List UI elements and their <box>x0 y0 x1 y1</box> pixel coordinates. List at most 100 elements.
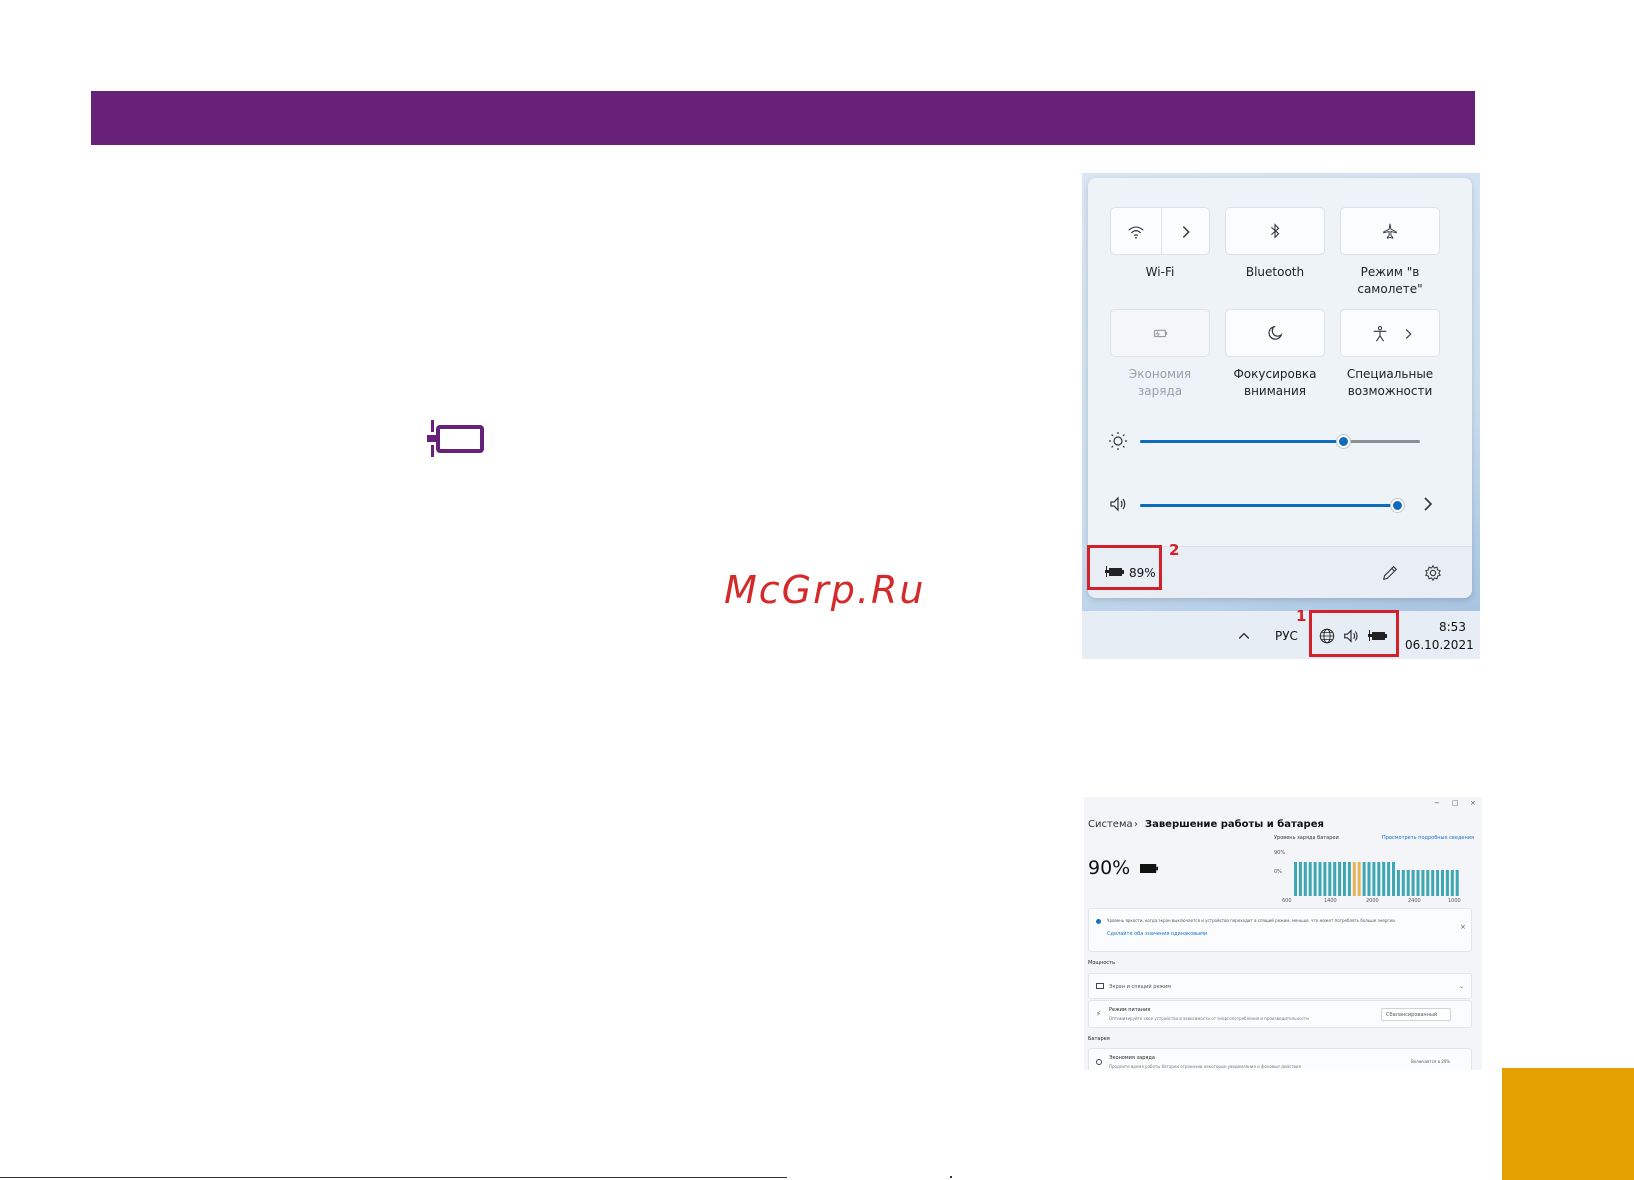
battery-icon <box>1140 864 1158 873</box>
info-card: Уровень яркости, когда экран выключается… <box>1088 908 1472 952</box>
battery-saver-icon <box>1096 1059 1102 1065</box>
section-battery: Батарея <box>1088 1036 1110 1042</box>
row-battery-saver-desc: Продлите время работы батареи ограничив … <box>1109 1064 1301 1069</box>
page-title: Завершение работы и батарея <box>1145 819 1324 830</box>
volume-thumb[interactable] <box>1391 499 1404 512</box>
battery-level-chart <box>1294 862 1459 896</box>
row-battery-saver-label: Экономия заряда <box>1109 1055 1155 1061</box>
chart-title: Уровень заряда батареи <box>1274 835 1339 841</box>
battery-history-bar <box>1367 862 1371 896</box>
chevron-right-icon[interactable] <box>1418 494 1438 514</box>
chevron-up-icon[interactable] <box>1236 628 1252 644</box>
power-mode-icon: ⚡ <box>1096 1010 1101 1018</box>
callout-number-1: 1 <box>1296 607 1307 625</box>
battery-history-bar <box>1445 870 1449 896</box>
row-battery-saver[interactable]: Экономия заряда Продлите время работы ба… <box>1088 1048 1472 1070</box>
battery-history-bar <box>1455 870 1459 896</box>
close-icon[interactable]: × <box>1460 923 1466 931</box>
brightness-slider[interactable] <box>1140 435 1420 448</box>
minimize-button[interactable]: − <box>1434 799 1440 807</box>
chevron-right-icon[interactable] <box>1177 223 1195 241</box>
close-button[interactable]: × <box>1470 799 1476 807</box>
battery-history-bar <box>1303 862 1307 896</box>
bluetooth-tile[interactable] <box>1225 207 1325 255</box>
row-screen-sleep[interactable]: Экран и спящий режим ⌄ <box>1088 973 1472 999</box>
tile-label-airplane: Режим "в самолете" <box>1357 265 1423 296</box>
clock-time[interactable]: 8:53 <box>1439 620 1466 634</box>
volume-fill <box>1140 504 1398 507</box>
battery-history-bar <box>1382 862 1386 896</box>
chevron-down-icon[interactable]: ⌄ <box>1459 983 1464 990</box>
row-power-mode-desc: Оптимизируйте свое устройство в зависимо… <box>1109 1016 1309 1021</box>
brightness-icon <box>1109 432 1127 450</box>
clock-date[interactable]: 06.10.2021 <box>1405 638 1474 652</box>
wifi-tile[interactable] <box>1110 207 1210 255</box>
battery-history-bar <box>1357 862 1361 896</box>
battery-history-bar <box>1436 870 1440 896</box>
settings-screenshot: − □ × Система › Завершение работы и бата… <box>1084 797 1482 1070</box>
battery-history-bar <box>1347 862 1351 896</box>
brightness-thumb[interactable] <box>1337 435 1351 448</box>
chevron-right-icon[interactable] <box>1399 325 1417 343</box>
x-tick: 2000 <box>1366 898 1379 904</box>
tile-label-bluetooth: Bluetooth <box>1245 265 1305 279</box>
x-tick: 2400 <box>1408 898 1421 904</box>
volume-icon <box>1110 496 1126 512</box>
callout-box-1 <box>1309 610 1399 657</box>
power-mode-value: Сбалансированный <box>1386 1012 1438 1018</box>
battery-history-bar <box>1392 862 1395 896</box>
tile-label-battery-saver: Экономия заряда <box>1128 367 1192 398</box>
battery-history-bar <box>1362 862 1366 896</box>
battery-history-bar <box>1387 862 1391 896</box>
battery-history-bar <box>1421 870 1425 896</box>
battery-history-bar <box>1401 870 1405 896</box>
battery-history-bar <box>1333 862 1337 896</box>
battery-history-bar <box>1308 862 1312 896</box>
maximize-button[interactable]: □ <box>1452 799 1459 807</box>
focus-tile[interactable] <box>1225 309 1325 357</box>
pencil-icon[interactable] <box>1381 564 1399 582</box>
battery-history-bar <box>1416 870 1420 896</box>
info-link[interactable]: Сделайте оба значения одинаковыми <box>1107 931 1207 937</box>
language-indicator[interactable]: РУС <box>1275 629 1298 643</box>
battery-history-bar <box>1328 862 1332 896</box>
section-power: Мощность <box>1088 960 1116 966</box>
chart-details-link[interactable]: Просмотреть подробные сведения <box>1382 835 1474 841</box>
battery-history-bar <box>1294 862 1297 896</box>
battery-saver-value: Включается в 20% <box>1411 1059 1451 1064</box>
x-tick: 1400 <box>1324 898 1337 904</box>
moon-icon <box>1268 325 1283 340</box>
quick-settings-screenshot: Wi-Fi Bluetooth Режим "в самолете" Эконо… <box>1082 173 1480 659</box>
battery-saver-tile[interactable] <box>1110 309 1210 357</box>
battery-history-bar <box>1431 870 1435 896</box>
battery-history-bar <box>1411 870 1415 896</box>
battery-history-bar <box>1406 870 1410 896</box>
tile-label-focus: Фокусировка внимания <box>1233 367 1317 398</box>
volume-slider[interactable] <box>1140 499 1404 512</box>
row-screen-sleep-label: Экран и спящий режим <box>1109 984 1172 990</box>
y-tick-bottom: 0% <box>1274 869 1282 875</box>
watermark: McGrp.Ru <box>724 568 926 612</box>
battery-history-bar <box>1338 862 1342 896</box>
airplane-tile[interactable] <box>1340 207 1440 255</box>
accessibility-tile[interactable] <box>1340 309 1440 357</box>
gear-icon[interactable] <box>1424 564 1442 582</box>
row-power-mode[interactable]: ⚡ Режим питания Оптимизируйте свое устро… <box>1088 1000 1472 1028</box>
battery-level: 90% <box>1088 857 1131 879</box>
accessibility-icon <box>1373 326 1387 342</box>
page-corner-block <box>1502 1068 1634 1180</box>
monitor-icon <box>1096 983 1104 989</box>
x-tick: 600 <box>1282 898 1292 904</box>
quick-settings-panel: Wi-Fi Bluetooth Режим "в самолете" Эконо… <box>1088 178 1472 598</box>
battery-history-bar <box>1352 862 1356 896</box>
airplane-icon <box>1383 223 1397 239</box>
callout-number-2: 2 <box>1169 541 1180 559</box>
breadcrumb-separator: › <box>1134 819 1138 830</box>
battery-history-bar <box>1313 862 1317 896</box>
info-icon <box>1096 919 1101 924</box>
battery-saver-icon <box>1154 329 1168 338</box>
callout-box-2 <box>1087 545 1162 590</box>
footer-mark <box>950 1176 952 1178</box>
breadcrumb-root[interactable]: Система <box>1088 819 1133 830</box>
battery-history-bar <box>1426 870 1430 896</box>
